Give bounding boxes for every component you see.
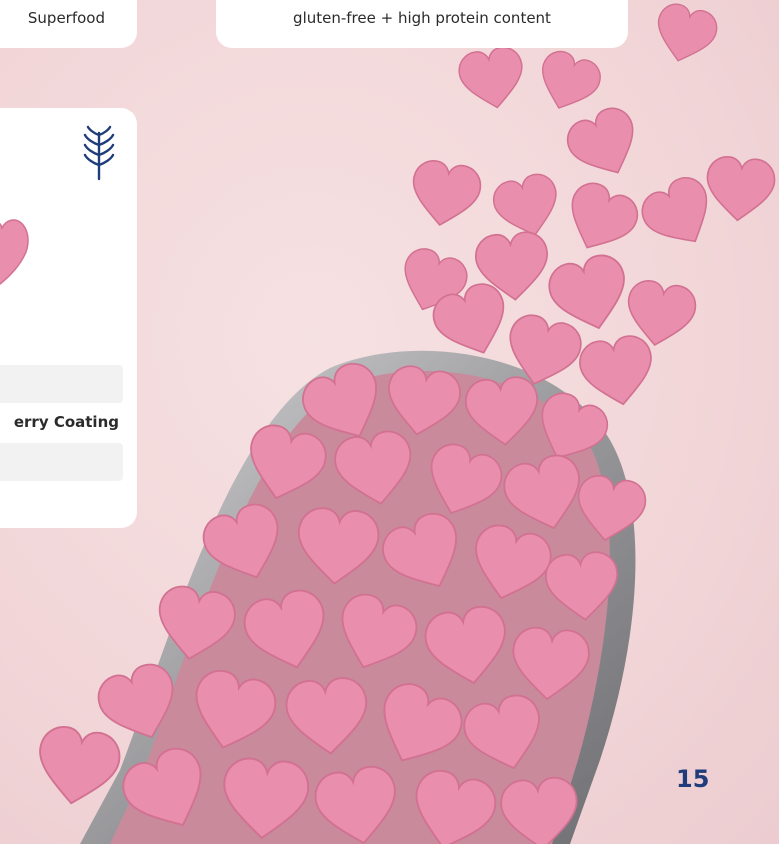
coating-label: erry Coating: [13, 413, 119, 431]
top-left-card-label: Superfood: [27, 9, 105, 27]
wheat-icon: [83, 125, 115, 181]
top-right-card: gluten-free + high protein content: [216, 0, 628, 48]
page-number: 15: [676, 765, 710, 793]
top-left-card: Superfood: [0, 0, 137, 48]
heart-product-image: [0, 219, 29, 285]
info-row-3: [0, 443, 123, 481]
info-row-1: [0, 365, 123, 403]
top-right-card-label: gluten-free + high protein content: [293, 9, 551, 27]
product-card: erry Coating: [0, 108, 137, 528]
